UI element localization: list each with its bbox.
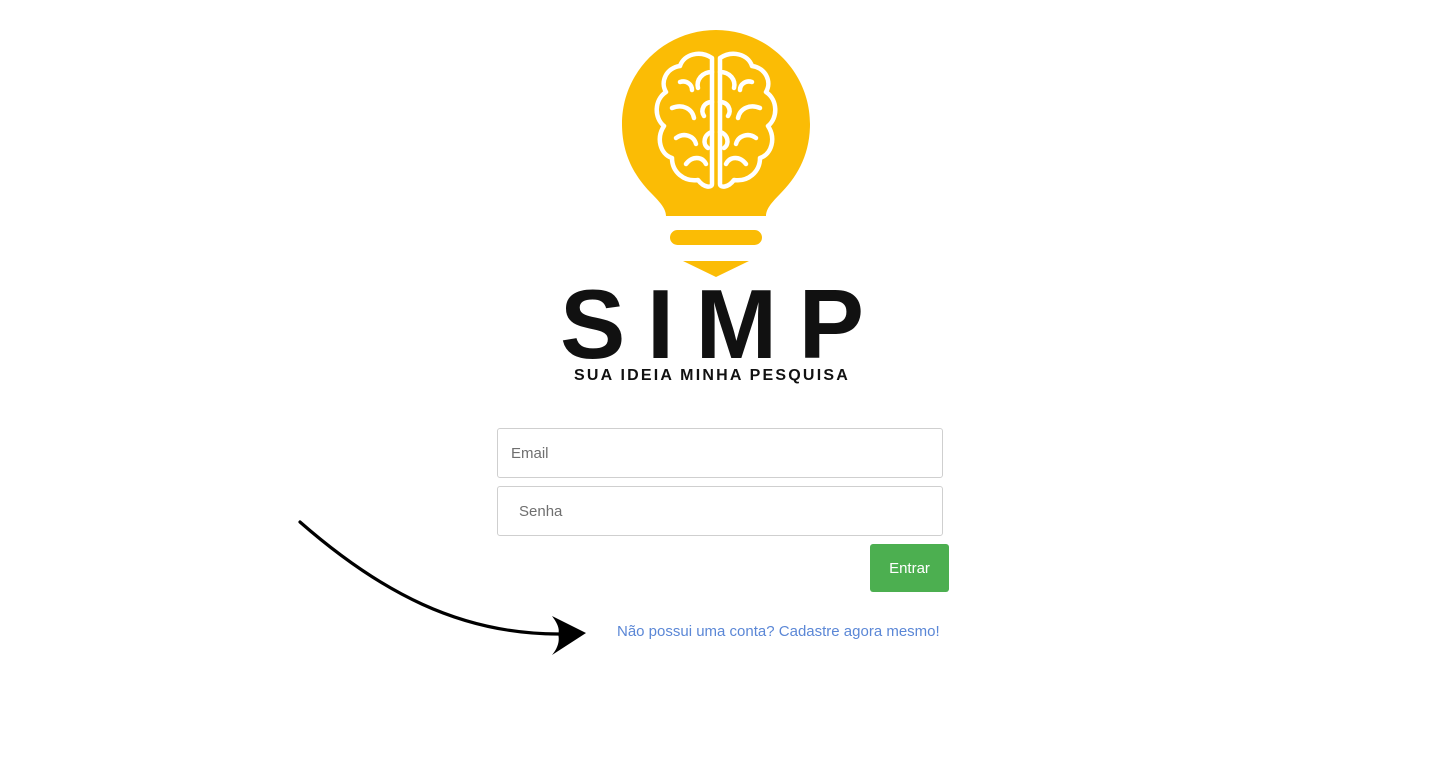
login-button[interactable]: Entrar	[870, 544, 949, 592]
brand-wordmark: S I M P	[560, 269, 864, 379]
email-input[interactable]	[497, 428, 943, 478]
brand-letter: M	[695, 269, 778, 379]
brand-letter: I	[646, 269, 675, 379]
brand-letter: P	[798, 269, 864, 379]
lightbulb-brain-logo-icon	[622, 30, 810, 277]
brand-letter: S	[560, 269, 626, 379]
signup-link[interactable]: Não possui uma conta? Cadastre agora mes…	[617, 622, 940, 642]
curved-arrow-icon	[298, 520, 586, 655]
brand-tagline: SUA IDEIA MINHA PESQUISA	[574, 367, 850, 384]
login-page: S I M P SUA IDEIA MINHA PESQUISA Entrar …	[0, 0, 1440, 771]
